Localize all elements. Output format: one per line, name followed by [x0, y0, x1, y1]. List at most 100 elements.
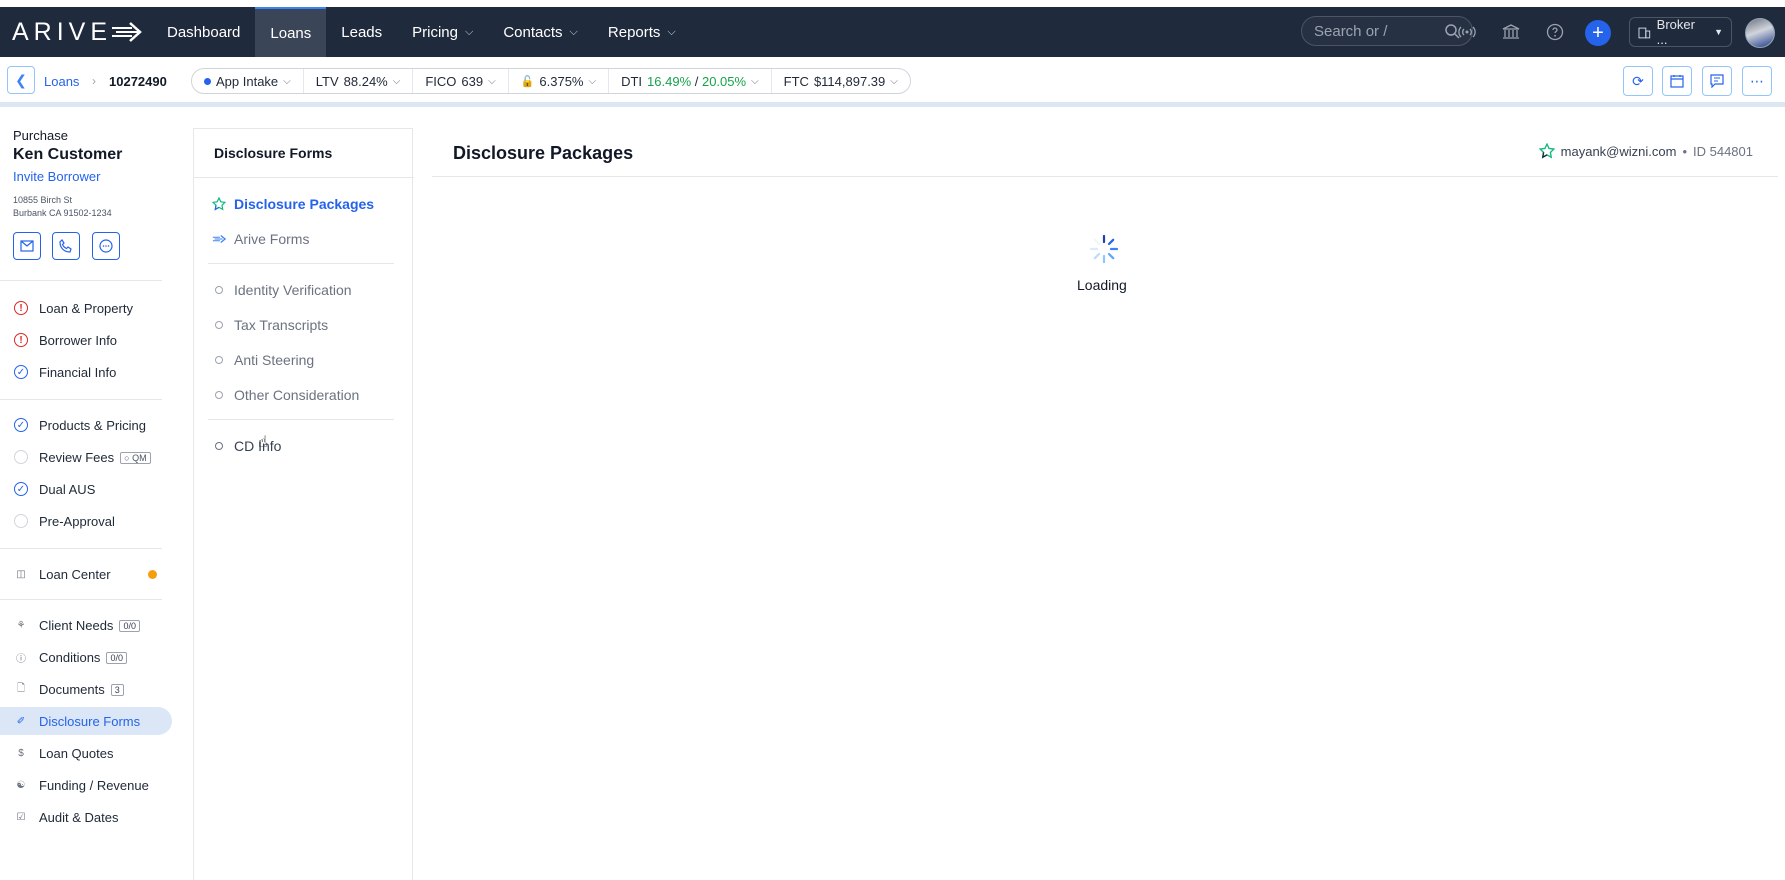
- lock-icon: 🔓: [520, 75, 535, 88]
- nav-leads[interactable]: Leads: [326, 7, 397, 57]
- dti-separator: /: [691, 73, 702, 89]
- breadcrumb-loans[interactable]: Loans: [44, 74, 79, 89]
- sidebar-item-dual-aus[interactable]: ✓ Dual AUS: [0, 475, 172, 503]
- back-button[interactable]: ❮: [7, 66, 35, 94]
- arive-logo[interactable]: ARIVE: [12, 18, 144, 46]
- calendar-button[interactable]: [1662, 66, 1692, 96]
- chevron-left-icon: ❮: [15, 71, 27, 88]
- nav-other-consideration[interactable]: Other Consideration: [194, 382, 412, 408]
- dti-pill[interactable]: DTI 16.49% / 20.05% ⌵: [609, 69, 772, 93]
- ftc-pill[interactable]: FTC $114,897.39 ⌵: [772, 69, 910, 93]
- add-button[interactable]: +: [1585, 20, 1611, 46]
- sidebar-item-loan-center[interactable]: ◫ Loan Center: [0, 560, 172, 588]
- divider: [208, 419, 394, 420]
- global-search-input[interactable]: Search or /: [1301, 16, 1473, 46]
- chevron-down-icon: ⌵: [588, 75, 597, 87]
- nav-arive-forms[interactable]: Arive Forms: [194, 226, 412, 252]
- sidebar-item-label: Funding / Revenue: [39, 777, 149, 793]
- status-dot-icon: [204, 77, 211, 85]
- status-pill[interactable]: App Intake ⌵: [192, 69, 304, 93]
- nav-disclosure-packages[interactable]: Disclosure Packages: [194, 191, 412, 217]
- nav-pricing[interactable]: Pricing ⌵: [397, 7, 488, 57]
- ltv-label: LTV: [315, 73, 339, 89]
- nav-reports[interactable]: Reports ⌵: [593, 7, 691, 57]
- dti-back-value: 20.05%: [701, 73, 747, 89]
- ltv-pill[interactable]: LTV 88.24% ⌵: [304, 69, 414, 93]
- nav-label: Loans: [270, 24, 312, 42]
- sidebar-item-pre-approval[interactable]: Pre-Approval: [0, 507, 172, 535]
- message-button[interactable]: [92, 232, 120, 260]
- divider: [0, 399, 162, 400]
- bank-icon[interactable]: [1499, 20, 1523, 44]
- chat-icon: [1710, 74, 1724, 88]
- nav-label: Identity Verification: [234, 282, 352, 298]
- search-placeholder: Search or /: [1314, 22, 1388, 40]
- nav-cd-info[interactable]: CD Info: [194, 433, 412, 459]
- sidebar-item-disclosure-forms[interactable]: ✐ Disclosure Forms: [0, 707, 172, 735]
- chevron-down-icon: ⌵: [751, 75, 759, 87]
- borrower-name: Ken Customer: [13, 146, 123, 163]
- hierarchy-icon: ⚘: [16, 619, 26, 631]
- pen-icon: ✐: [16, 715, 26, 727]
- user-meta: mayank@wizni.com • ID 544801: [1538, 143, 1753, 159]
- loading-spinner-icon: [1089, 234, 1119, 264]
- email-button[interactable]: [13, 232, 41, 260]
- nav-anti-steering[interactable]: Anti Steering: [194, 347, 412, 373]
- sidebar-item-products-pricing[interactable]: ✓ Products & Pricing: [0, 411, 172, 439]
- nav-tax-transcripts[interactable]: Tax Transcripts: [194, 312, 412, 338]
- check-icon: ✓: [14, 418, 28, 432]
- refresh-icon: ⟳: [1632, 72, 1644, 89]
- sidebar-item-borrower-info[interactable]: ! Borrower Info: [0, 326, 172, 354]
- nav-loans[interactable]: Loans: [255, 7, 327, 57]
- sidebar-item-documents[interactable]: 🗋 Documents 3: [0, 675, 172, 703]
- sidebar-item-audit-dates[interactable]: ☑ Audit & Dates: [0, 803, 172, 831]
- chevron-down-icon: ⌵: [569, 25, 578, 38]
- more-options-button[interactable]: ⋯: [1742, 66, 1772, 96]
- sidebar-item-label: Loan & Property: [39, 300, 133, 316]
- sidebar-item-funding-revenue[interactable]: ☯ Funding / Revenue: [0, 771, 172, 799]
- sidebar-item-client-needs[interactable]: ⚘ Client Needs 0/0: [0, 611, 172, 639]
- help-icon[interactable]: [1543, 20, 1567, 44]
- phone-button[interactable]: [52, 232, 80, 260]
- rate-value: 6.375%: [539, 73, 584, 89]
- sidebar-item-label: Documents: [39, 681, 105, 697]
- fico-pill[interactable]: FICO 639 ⌵: [413, 69, 509, 93]
- sidebar-item-label: Borrower Info: [39, 332, 118, 348]
- sidebar-item-review-fees[interactable]: Review Fees ○ QM: [0, 443, 172, 471]
- nav-label: Dashboard: [167, 23, 241, 41]
- nav-contacts[interactable]: Contacts ⌵: [488, 7, 593, 57]
- divider: [0, 599, 162, 600]
- warning-icon: !: [14, 333, 28, 347]
- sidebar-item-label: Loan Quotes: [39, 745, 114, 761]
- nav-dashboard[interactable]: Dashboard: [152, 7, 255, 57]
- caret-down-icon: ▼: [1714, 27, 1723, 37]
- chat-button[interactable]: [1702, 66, 1732, 96]
- dti-label: DTI: [621, 73, 643, 89]
- nav-label: Pricing: [412, 23, 458, 41]
- arrow-icon: [212, 234, 226, 244]
- sidebar-item-loan-property[interactable]: ! Loan & Property: [0, 294, 172, 322]
- nav-identity-verification[interactable]: Identity Verification: [194, 277, 412, 303]
- invite-borrower-link[interactable]: Invite Borrower: [13, 169, 100, 184]
- layout-icon: ◫: [16, 568, 26, 580]
- refresh-button[interactable]: ⟳: [1623, 66, 1653, 96]
- sidebar-item-financial-info[interactable]: ✓ Financial Info: [0, 358, 172, 386]
- empty-circle-icon: [212, 356, 226, 364]
- check-icon: ✓: [14, 482, 28, 496]
- broadcast-icon[interactable]: [1455, 20, 1479, 44]
- chevron-down-icon: ⌵: [392, 75, 401, 87]
- calendar-check-icon: ☑: [16, 811, 26, 823]
- breadcrumb-separator-icon: ›: [92, 74, 96, 88]
- user-avatar[interactable]: [1745, 18, 1775, 48]
- sidebar-item-loan-quotes[interactable]: $ Loan Quotes: [0, 739, 172, 767]
- divider: [194, 177, 414, 178]
- sidebar-item-label: Audit & Dates: [39, 809, 119, 825]
- broker-selector[interactable]: Broker ... ▼: [1629, 17, 1732, 47]
- warning-icon: !: [14, 301, 28, 315]
- count-badge: 0/0: [119, 620, 140, 633]
- top-strip: [0, 0, 1785, 7]
- chevron-down-icon: ⌵: [283, 75, 291, 87]
- rate-pill[interactable]: 🔓 6.375% ⌵: [509, 69, 610, 93]
- sidebar-item-conditions[interactable]: ⓘ Conditions 0/0: [0, 643, 172, 671]
- divider: [0, 280, 162, 281]
